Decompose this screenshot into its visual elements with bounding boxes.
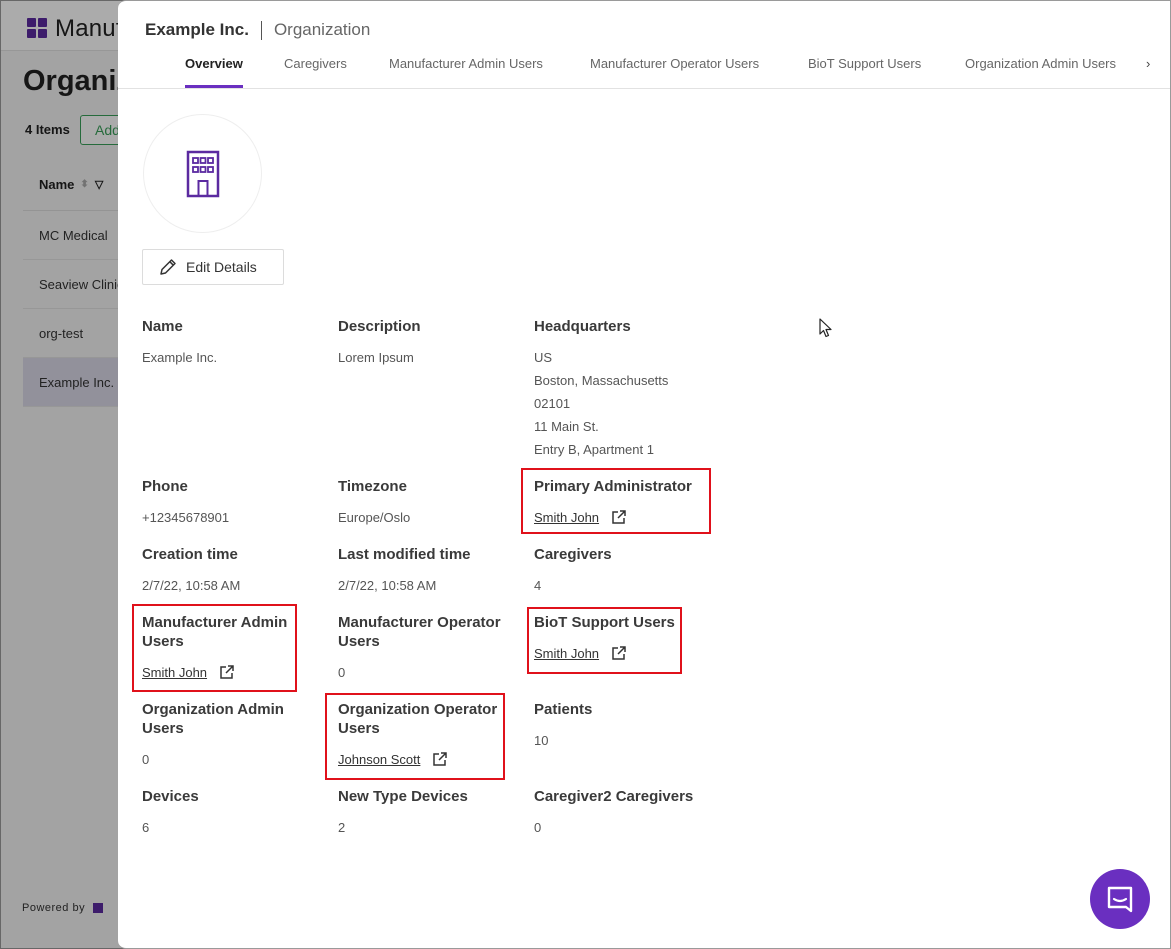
label-line: Users: [142, 633, 184, 650]
name-label: Name: [142, 318, 183, 335]
tab-caregivers[interactable]: Caregivers: [284, 56, 347, 88]
manufacturer-admin-users-label: Manufacturer Admin Users: [142, 613, 287, 651]
organization-avatar: [143, 114, 262, 233]
organization-name: Example Inc.: [145, 20, 249, 39]
address-street: 11 Main St.: [534, 419, 599, 434]
new-type-devices-label: New Type Devices: [338, 788, 468, 805]
external-link-icon[interactable]: [432, 751, 448, 767]
tab-organization-admin-users[interactable]: Organization Admin Users: [965, 56, 1116, 88]
devices-label: Devices: [142, 788, 199, 805]
external-link-icon[interactable]: [611, 509, 627, 525]
tab-manufacturer-operator-users[interactable]: Manufacturer Operator Users: [590, 56, 759, 88]
biot-support-users-value: Smith John: [534, 645, 627, 661]
header-separator: [260, 20, 262, 40]
description-label: Description: [338, 318, 421, 335]
organization-operator-users-label: Organization Operator Users: [338, 700, 497, 738]
phone-label: Phone: [142, 478, 188, 495]
last-modified-label: Last modified time: [338, 546, 471, 563]
headquarters-label: Headquarters: [534, 318, 631, 335]
pencil-icon: [160, 259, 176, 275]
tab-manufacturer-admin-users[interactable]: Manufacturer Admin Users: [389, 56, 543, 88]
organization-details-panel: Example Inc. Organization Overview Careg…: [118, 0, 1171, 949]
edit-details-label: Edit Details: [186, 259, 257, 275]
tab-bar: Overview Caregivers Manufacturer Admin U…: [118, 45, 1170, 89]
label-line: Manufacturer Operator: [338, 614, 501, 631]
tabs-scroll-right-icon[interactable]: ›: [1146, 56, 1150, 71]
tab-overview[interactable]: Overview: [185, 56, 243, 88]
external-link-icon[interactable]: [219, 664, 235, 680]
label-line: Organization Operator: [338, 701, 498, 718]
label-line: Manufacturer Admin: [142, 614, 288, 631]
building-icon: [186, 150, 219, 197]
new-type-devices-value: 2: [338, 820, 346, 835]
address-zip: 02101: [534, 396, 571, 411]
manufacturer-operator-users-value: 0: [338, 665, 346, 680]
label-line: Users: [142, 720, 184, 737]
timezone-value: Europe/Oslo: [338, 510, 411, 525]
chat-button[interactable]: [1090, 869, 1150, 929]
primary-administrator-value: Smith John: [534, 509, 627, 525]
organization-admin-users-value: 0: [142, 752, 150, 767]
patients-label: Patients: [534, 701, 593, 718]
manufacturer-operator-users-label: Manufacturer Operator Users: [338, 613, 501, 651]
label-line: Organization Admin: [142, 701, 284, 718]
description-value: Lorem Ipsum: [338, 350, 414, 365]
edit-details-button[interactable]: Edit Details: [142, 249, 284, 285]
label-line: Users: [338, 633, 380, 650]
external-link-icon[interactable]: [611, 645, 627, 661]
caregivers-value: 4: [534, 578, 542, 593]
address-country: US: [534, 350, 553, 365]
tab-biot-support-users[interactable]: BioT Support Users: [808, 56, 921, 88]
organization-operator-users-link[interactable]: Johnson Scott: [338, 752, 420, 767]
primary-administrator-link[interactable]: Smith John: [534, 510, 599, 525]
caregiver2-caregivers-value: 0: [534, 820, 542, 835]
creation-time-label: Creation time: [142, 546, 238, 563]
last-modified-value: 2/7/22, 10:58 AM: [338, 578, 437, 593]
manufacturer-admin-users-value: Smith John: [142, 664, 235, 680]
manufacturer-admin-users-link[interactable]: Smith John: [142, 665, 207, 680]
devices-value: 6: [142, 820, 150, 835]
timezone-label: Timezone: [338, 478, 407, 495]
address-line-2: Entry B, Apartment 1: [534, 442, 654, 457]
label-line: Users: [338, 720, 380, 737]
creation-time-value: 2/7/22, 10:58 AM: [142, 578, 241, 593]
patients-value: 10: [534, 733, 549, 748]
panel-header: Example Inc. Organization: [145, 20, 370, 40]
name-value: Example Inc.: [142, 350, 218, 365]
organization-admin-users-label: Organization Admin Users: [142, 700, 284, 738]
caregivers-label: Caregivers: [534, 546, 612, 563]
organization-operator-users-value: Johnson Scott: [338, 751, 448, 767]
phone-value: +12345678901: [142, 510, 230, 525]
address-city-state: Boston, Massachusetts: [534, 373, 669, 388]
entity-type: Organization: [273, 20, 371, 39]
caregiver2-caregivers-label: Caregiver2 Caregivers: [534, 788, 694, 805]
primary-administrator-label: Primary Administrator: [534, 478, 692, 495]
chat-icon: [1107, 886, 1133, 913]
headquarters-value: US Boston, Massachusetts 02101 11 Main S…: [534, 346, 668, 461]
biot-support-users-link[interactable]: Smith John: [534, 646, 599, 661]
biot-support-users-label: BioT Support Users: [534, 614, 675, 631]
cursor-icon: [819, 318, 832, 338]
